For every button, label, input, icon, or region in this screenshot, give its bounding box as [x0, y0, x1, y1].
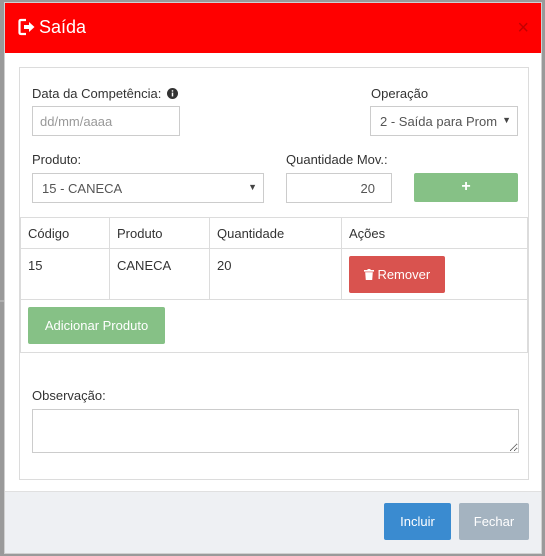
adicionar-produto-button[interactable]: Adicionar Produto [28, 307, 165, 344]
incluir-button[interactable]: Incluir [384, 503, 451, 540]
observacao-textarea[interactable] [32, 409, 519, 453]
header-quantidade: Quantidade [209, 217, 342, 249]
header-codigo: Código [20, 217, 110, 249]
products-table: Código Produto Quantidade Ações 15 CANEC… [20, 217, 528, 353]
table-add-row: Adicionar Produto [20, 299, 528, 353]
chevron-down-icon: ▼ [502, 115, 511, 125]
data-competencia-input[interactable] [32, 106, 180, 136]
close-icon[interactable]: × [517, 18, 529, 38]
sign-out-icon [18, 18, 36, 36]
add-item-button[interactable]: + [414, 173, 518, 202]
cell-produto: CANECA [109, 248, 210, 300]
header-acoes: Ações [341, 217, 528, 249]
produto-value: 15 - CANECA [42, 181, 123, 196]
operacao-select[interactable]: 2 - Saída para Prom ▼ [370, 106, 518, 136]
form-panel: Data da Competência: Operação 2 - Saída … [19, 67, 529, 480]
cell-adicionar: Adicionar Produto [20, 299, 528, 353]
table-row: 15 CANECA 20 Remover [20, 248, 528, 300]
fechar-button[interactable]: Fechar [459, 503, 529, 540]
cell-quantidade: 20 [209, 248, 342, 300]
remover-button[interactable]: Remover [349, 256, 445, 293]
data-competencia-label: Data da Competência: [32, 86, 178, 101]
dialog-title: Saída [39, 17, 87, 37]
table-header-row: Código Produto Quantidade Ações [20, 217, 528, 249]
operacao-value: 2 - Saída para Prom [380, 114, 498, 129]
cell-codigo: 15 [20, 248, 110, 300]
quantidade-label: Quantidade Mov.: [286, 152, 388, 167]
plus-icon: + [461, 178, 471, 195]
info-icon [166, 88, 178, 99]
dialog-header: Saída × [5, 3, 541, 53]
dialog-footer: Incluir Fechar [5, 491, 541, 553]
cell-acoes: Remover [341, 248, 528, 300]
produto-select[interactable]: 15 - CANECA ▼ [32, 173, 264, 203]
observacao-label: Observação: [32, 388, 106, 403]
produto-label: Produto: [32, 152, 82, 167]
quantidade-input[interactable] [286, 173, 392, 203]
header-produto: Produto [109, 217, 210, 249]
chevron-down-icon: ▼ [248, 182, 257, 192]
trash-icon [363, 269, 374, 280]
operacao-label: Operação [371, 86, 429, 101]
saida-dialog: Saída × Data da Competência: Operação 2 … [4, 2, 542, 554]
